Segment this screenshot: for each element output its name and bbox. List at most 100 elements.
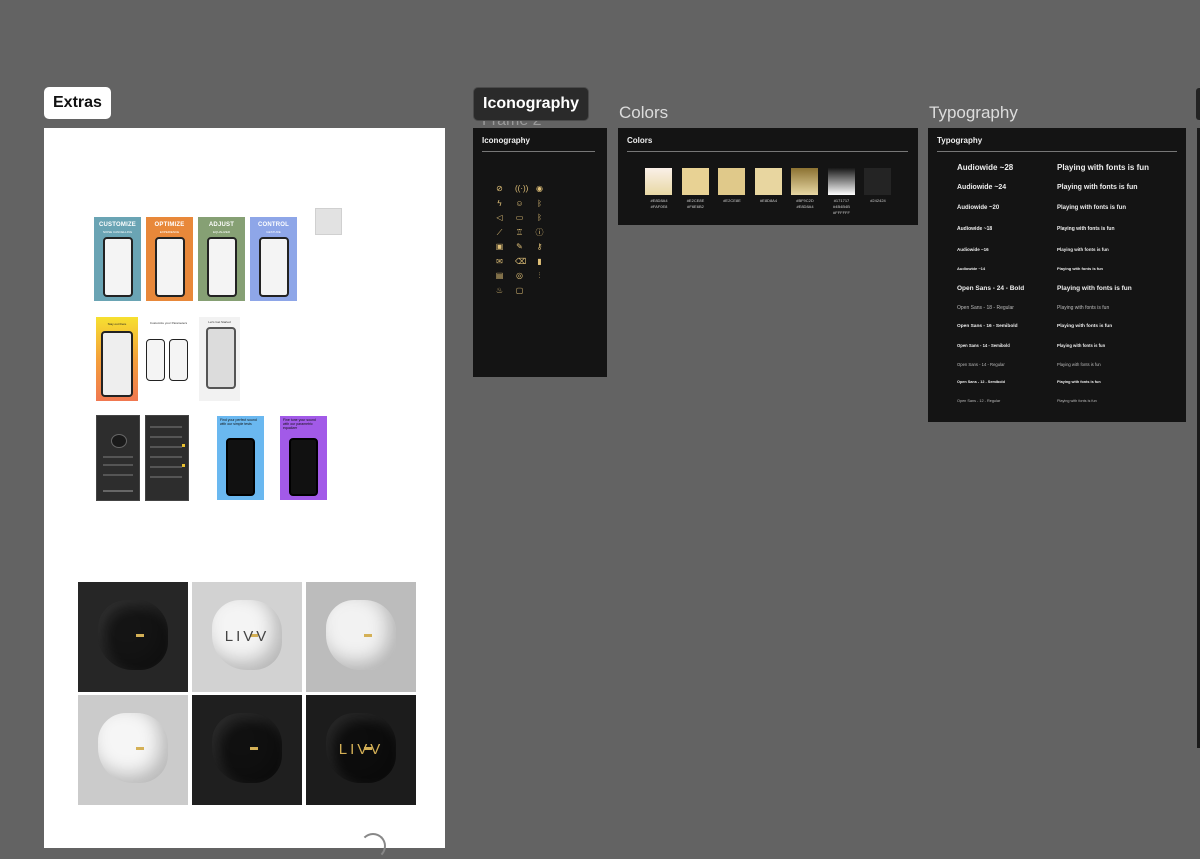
volume-icon: ◁	[496, 213, 503, 222]
promo-title: CUSTOMIZE	[98, 222, 137, 228]
divider	[482, 151, 595, 152]
user-circle-icon: ◉	[536, 184, 543, 193]
typography-frame[interactable]: Typography Audiowide ~28 Playing with fon…	[928, 128, 1186, 422]
type-sample-label: Audiowide ~16	[957, 247, 989, 252]
frame-label-extras[interactable]: Extras	[44, 87, 111, 119]
iconography-frame[interactable]: Iconography ⊘ ((·)) ◉ ϟ ☺ ᛒ ◁ ▭ ᛒ ⟋ ♖ ⓘ ▣ ✎ ⚷ ✉ ⌫ ▮ ▤ ◎ ⫶ ♨ ▢	[473, 128, 607, 377]
panel-title: Iconography	[482, 136, 531, 145]
type-sample-text: Playing with fonts is fun	[1057, 285, 1132, 292]
color-swatch[interactable]	[718, 168, 745, 195]
type-sample-label: Open Sans - 12 - Semibold	[957, 380, 1005, 384]
product-photo	[192, 695, 302, 805]
placeholder-square	[315, 208, 342, 235]
promo-card: ADJUST EQUALIZER	[198, 217, 245, 301]
quiz-card: Fine tune your sound with our parametric…	[280, 416, 327, 500]
device-preview	[111, 434, 127, 448]
flame-icon: ♨	[495, 285, 504, 295]
phone-mockup	[103, 237, 133, 297]
frame-label-iconography[interactable]: Iconography	[473, 87, 590, 121]
promo-subtitle: EXPERIENCE	[159, 230, 180, 234]
hex-code: #FAF0E8	[650, 204, 668, 209]
type-sample-text: Playing with fonts is fun	[1057, 380, 1101, 384]
quiz-text: Find your perfect sound with our simple …	[220, 418, 257, 426]
battery-icon: ▮	[537, 256, 542, 266]
product-photo	[306, 582, 416, 692]
info-icon: ⓘ	[535, 227, 544, 237]
product-photo	[78, 582, 188, 692]
type-sample-text: Playing with fonts is fun	[1057, 226, 1115, 232]
promo-subtitle: EQUALIZER	[212, 230, 230, 234]
extras-frame[interactable]: CUSTOMIZE NOISE CANCELLING OPTIMIZE EXPERIE…	[44, 128, 445, 859]
onboarding-card-params: Customize your Parameters	[145, 317, 192, 401]
equalizer-icon: ⫶	[538, 271, 541, 280]
toggle-indicator	[182, 464, 185, 467]
app-screen-device	[96, 415, 140, 501]
phone-mockup	[169, 339, 188, 381]
lightning-icon: ϟ	[497, 198, 502, 208]
color-swatch[interactable]	[864, 168, 891, 195]
hex-code: #E2CE8E	[723, 198, 741, 203]
promo-card: OPTIMIZE EXPERIENCE	[146, 217, 193, 301]
type-sample-label: Open Sans - 24 - Bold	[957, 285, 1025, 292]
onboarding-card-start: Let's Get Started	[199, 317, 240, 401]
color-swatch[interactable]	[645, 168, 672, 195]
frame-label-typography[interactable]: Typography	[929, 103, 1018, 123]
color-swatch[interactable]	[681, 168, 709, 195]
type-sample-label: Audiowide ~20	[957, 205, 1000, 211]
type-sample-text: Playing with fonts is fun	[1057, 266, 1103, 271]
promo-title: ADJUST	[208, 222, 235, 228]
eye-icon: ◎	[516, 271, 523, 280]
bluetooth-wave-icon: ᛒ	[537, 213, 542, 222]
colors-frame[interactable]: Colors #E8D8A4 #FAF0E8 #E2CE8E #F6E6B2 #E2CE…	[618, 128, 918, 225]
gold-accent	[136, 634, 144, 637]
color-swatch[interactable]	[827, 168, 855, 195]
user-icon: ☺	[515, 198, 524, 208]
type-sample-label: Open Sans - 12 - Regular	[957, 399, 1001, 403]
type-sample-label: Audiowide ~24	[957, 184, 1007, 191]
promo-title: OPTIMIZE	[154, 222, 185, 228]
onboarding-text: Stay out there	[107, 322, 127, 326]
promo-title: CONTROL	[257, 222, 290, 228]
trash-icon: ⌫	[515, 256, 527, 266]
color-swatch[interactable]	[754, 168, 782, 195]
type-sample-text: Playing with fonts is fun	[1057, 163, 1149, 172]
gold-accent	[364, 634, 372, 637]
mute-icon: ⊘	[496, 184, 503, 193]
divider	[937, 151, 1177, 152]
offscreen-frame-label	[1196, 88, 1200, 120]
mail-icon: ✉	[496, 256, 503, 266]
phone-mockup	[226, 438, 255, 496]
promo-subtitle: NOISE CANCELLING	[102, 230, 133, 234]
color-swatch[interactable]	[791, 168, 818, 195]
app-screen-settings	[145, 415, 189, 501]
type-sample-label: Audiowide ~28	[957, 163, 1014, 172]
hex-code: #242424	[870, 198, 886, 203]
pencil-icon: ✎	[516, 242, 523, 251]
phone-mockup	[155, 237, 185, 297]
panel-title: Colors	[627, 136, 653, 145]
type-sample-text: Playing with fonts is fun	[1057, 324, 1113, 329]
image-icon: ▣	[495, 242, 504, 251]
phone-mockup	[207, 237, 237, 297]
type-sample-label: Open Sans - 14 - Semibold	[957, 343, 1010, 348]
scroll-indicator	[360, 833, 386, 859]
phone-mockup	[259, 237, 289, 297]
wand-icon: ⟋	[496, 227, 503, 237]
frame-label-colors[interactable]: Colors	[619, 103, 668, 123]
trophy-icon: ♖	[515, 227, 524, 237]
headphone-shape	[98, 600, 168, 670]
onboarding-card-yellow: Stay out there	[96, 317, 138, 401]
phone-mockup	[101, 331, 133, 397]
divider	[627, 151, 908, 152]
promo-card: CONTROL GESTURE	[250, 217, 297, 301]
hex-code: #FFFFFF	[833, 210, 850, 215]
type-sample-text: Playing with fonts is fun	[1057, 184, 1138, 191]
phone-mockup	[206, 327, 236, 389]
quiz-card: Find your perfect sound with our simple …	[217, 416, 264, 500]
product-logo: LIVV	[224, 628, 270, 645]
product-photo: LIVV	[306, 695, 416, 805]
bluetooth-icon: ᛒ	[537, 198, 542, 208]
promo-card: CUSTOMIZE NOISE CANCELLING	[94, 217, 141, 301]
key-icon: ⚷	[536, 242, 543, 251]
bag-icon: ▢	[515, 285, 524, 295]
